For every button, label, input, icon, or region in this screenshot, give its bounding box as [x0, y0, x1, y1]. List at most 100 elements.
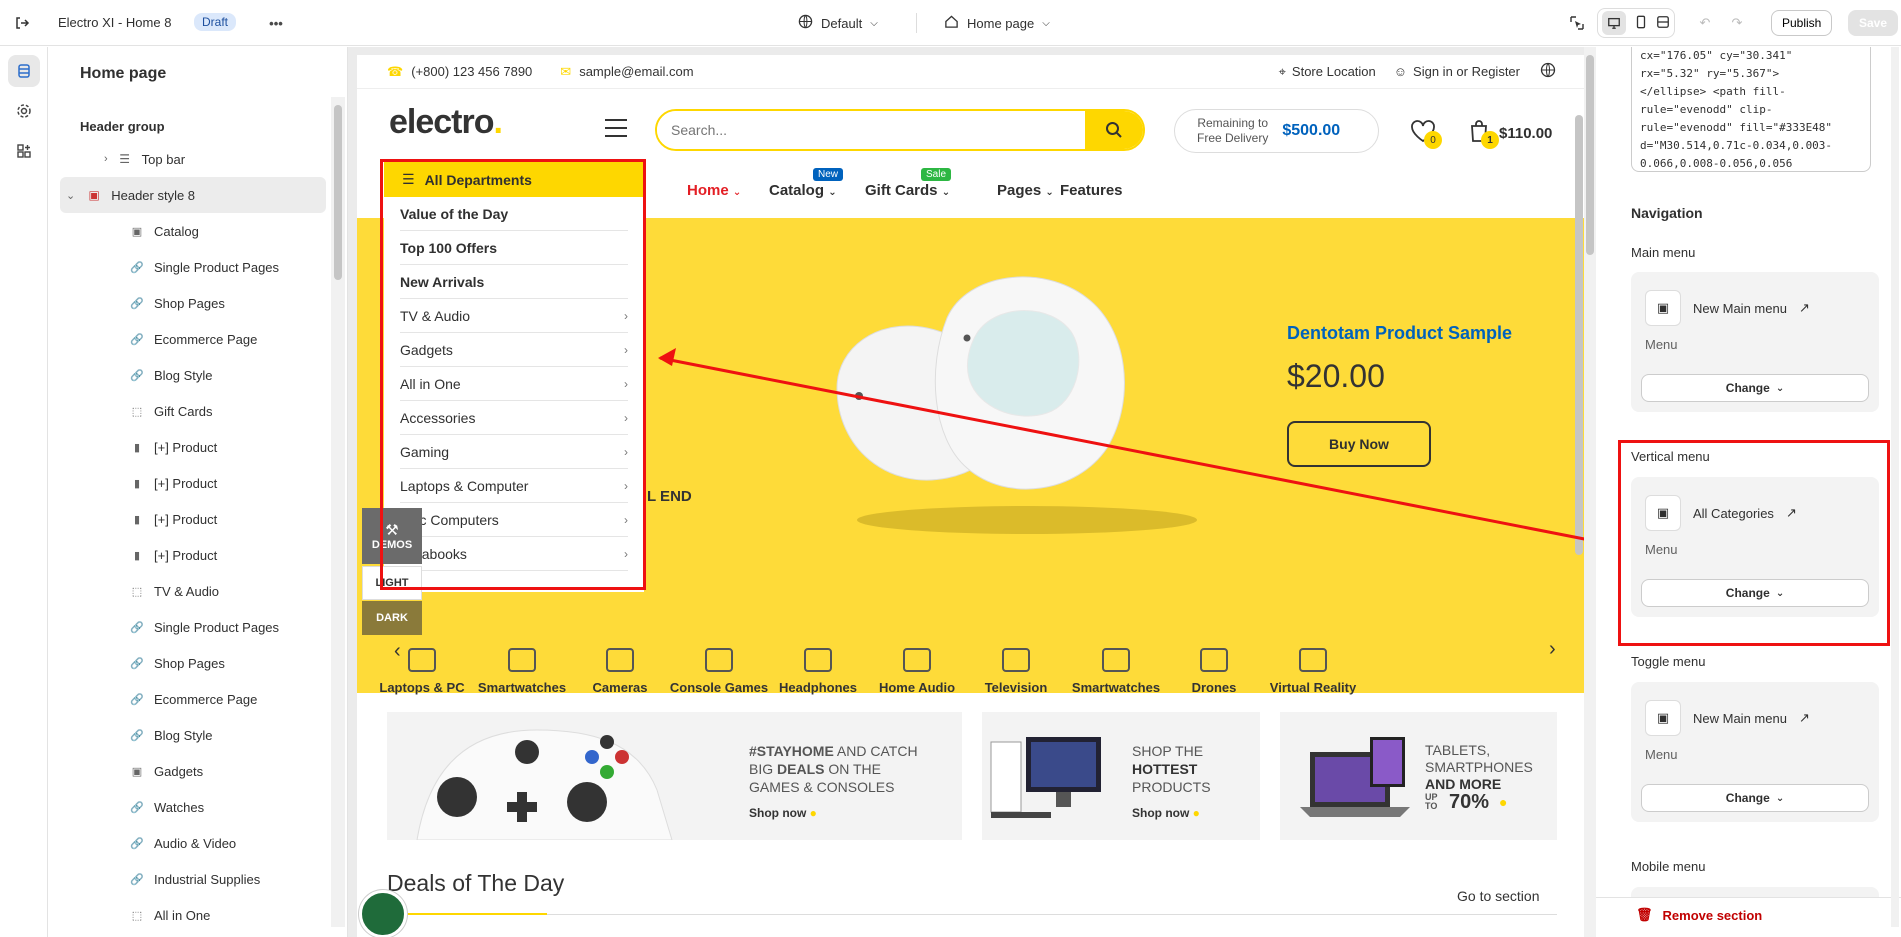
external-link-icon[interactable]: ↗: [1799, 300, 1810, 316]
hamburger-icon[interactable]: [605, 119, 627, 143]
tree-item[interactable]: 🔗 Blog Style: [48, 717, 338, 753]
tree-item[interactable]: 🔗 Single Product Pages: [48, 609, 338, 645]
cart-button[interactable]: 1 $110.00: [1467, 119, 1552, 149]
svg-code-textarea[interactable]: cx="176.05" cy="30.341" rx="5.32" ry="5.…: [1631, 47, 1871, 172]
promo1-shop-now[interactable]: Shop now: [749, 806, 806, 820]
theme-selector[interactable]: Default ⌵: [798, 14, 878, 32]
tree-item[interactable]: ⬚ Gift Cards: [48, 393, 338, 429]
chevron-right-icon[interactable]: ›: [104, 153, 108, 165]
nav-features[interactable]: Features: [1060, 182, 1123, 199]
support-chat-icon[interactable]: [359, 890, 407, 937]
category-item[interactable]: Cameras: [565, 648, 675, 695]
tree-item[interactable]: 🔗 Shop Pages: [48, 645, 338, 681]
promo2-pre: SHOP THE: [1132, 743, 1204, 759]
promo-tablets[interactable]: TABLETS, SMARTPHONES AND MORE UP TO 70% …: [1280, 712, 1557, 840]
category-item[interactable]: Smartwatches: [467, 648, 577, 695]
page-selector[interactable]: Home page ⌵: [944, 14, 1050, 32]
store-location-link[interactable]: Store Location: [1292, 64, 1376, 79]
tree-item[interactable]: 🔗 Ecommerce Page: [48, 681, 338, 717]
fullwidth-icon[interactable]: [1656, 15, 1670, 32]
nav-pages[interactable]: Pages ⌄: [997, 182, 1054, 199]
location-icon: ⌖: [1278, 63, 1286, 79]
go-to-section-link[interactable]: Go to section: [1457, 888, 1540, 904]
phone-number[interactable]: (+800) 123 456 7890: [411, 64, 532, 79]
category-item[interactable]: Home Audio: [862, 648, 972, 695]
mobile-icon[interactable]: [1634, 15, 1648, 32]
tree-item-top-bar[interactable]: › ☰ Top bar: [48, 141, 338, 177]
tree-item[interactable]: ▣ Catalog: [48, 213, 338, 249]
category-item[interactable]: Smartwatches: [1061, 648, 1171, 695]
wishlist-button[interactable]: 0: [1410, 119, 1442, 149]
tree-item[interactable]: ▮ [+] Product: [48, 465, 338, 501]
site-logo[interactable]: electro.: [389, 103, 503, 142]
nav-gift-cards[interactable]: Gift Cards ⌄ Sale: [865, 168, 952, 199]
chevron-down-icon[interactable]: ⌄: [66, 189, 75, 202]
remove-section-label: Remove section: [1662, 907, 1763, 923]
publish-button[interactable]: Publish: [1771, 10, 1833, 36]
promo-consoles[interactable]: #STAYHOME AND CATCH BIG DEALS ON THE GAM…: [387, 712, 962, 840]
free-delivery-widget[interactable]: Remaining to Free Delivery $500.00: [1174, 109, 1379, 153]
tree-item[interactable]: ▮ [+] Product: [48, 537, 338, 573]
remove-section-button[interactable]: 🗑 Remove section: [1636, 907, 1762, 923]
apps-icon[interactable]: [8, 135, 40, 167]
search-input[interactable]: [657, 111, 1085, 149]
settings-scrollbar[interactable]: [1891, 47, 1899, 927]
tree-item-header-style-8[interactable]: ⌄ ▣ Header style 8: [60, 177, 326, 213]
preview-outer-scrollbar[interactable]: [1584, 47, 1596, 937]
promo-hottest[interactable]: SHOP THE HOTTEST PRODUCTS Shop now ●: [982, 712, 1260, 840]
nav-catalog[interactable]: Catalog ⌄ New: [769, 168, 844, 199]
sections-icon[interactable]: [8, 55, 40, 87]
desktop-icon[interactable]: [1602, 11, 1626, 35]
category-item[interactable]: Console Games: [664, 648, 774, 695]
promo2-shop-now[interactable]: Shop now: [1132, 806, 1189, 820]
carousel-prev-icon[interactable]: ‹: [394, 640, 401, 663]
category-item[interactable]: Drones: [1159, 648, 1269, 695]
product-thumb-icon: ▮: [133, 549, 141, 562]
tree-item[interactable]: 🔗 Single Product Pages: [48, 249, 338, 285]
tree-item[interactable]: ⬚ All in One: [48, 897, 338, 933]
external-link-icon[interactable]: ↗: [1799, 710, 1810, 726]
toggle-menu-change-button[interactable]: Change ⌄: [1641, 784, 1869, 812]
tree-item[interactable]: 🔗 Industrial Supplies: [48, 861, 338, 897]
wishlist-count: 0: [1424, 131, 1442, 149]
settings-icon[interactable]: [8, 95, 40, 127]
main-menu-entry[interactable]: ▣ New Main menu ↗: [1645, 290, 1810, 326]
sign-in-link[interactable]: Sign in or Register: [1413, 64, 1520, 79]
tree-item[interactable]: 🔗 Audio & Video: [48, 825, 338, 861]
arrow-circle-icon[interactable]: ●: [1499, 794, 1507, 811]
save-button[interactable]: Save: [1848, 10, 1899, 36]
buy-now-button[interactable]: Buy Now: [1287, 421, 1431, 467]
tree-item[interactable]: 🔗 Shop Pages: [48, 285, 338, 321]
tree-item[interactable]: ▮ [+] Product: [48, 501, 338, 537]
language-globe-icon[interactable]: [1540, 62, 1556, 81]
redo-icon[interactable]: ↷: [1725, 11, 1749, 35]
category-item[interactable]: Laptops & PC: [367, 648, 477, 695]
tree-item-label: Audio & Video: [154, 835, 237, 851]
more-icon[interactable]: •••: [264, 11, 288, 35]
search-button[interactable]: [1085, 111, 1143, 149]
toggle-menu-entry[interactable]: ▣ New Main menu ↗: [1645, 700, 1810, 736]
nav-home[interactable]: Home ⌄: [687, 182, 741, 199]
arrow-circle-icon: ●: [1192, 806, 1200, 820]
tree-item[interactable]: 🔗 Blog Style: [48, 357, 338, 393]
inspector-icon[interactable]: [1565, 11, 1589, 35]
category-item[interactable]: Virtual Reality: [1258, 648, 1368, 695]
category-item[interactable]: Television: [961, 648, 1071, 695]
deals-title: Deals of The Day: [387, 870, 565, 896]
scrollbar-thumb[interactable]: [334, 105, 342, 280]
tree-item[interactable]: ▣ Gadgets: [48, 753, 338, 789]
tree-item[interactable]: 🔗 Watches: [48, 789, 338, 825]
undo-icon[interactable]: ↶: [1693, 11, 1717, 35]
email-address[interactable]: sample@email.com: [579, 64, 693, 79]
tree-item[interactable]: ⬚ TV & Audio: [48, 573, 338, 609]
dark-mode-button[interactable]: DARK: [362, 601, 422, 635]
tree-item[interactable]: ▮ [+] Product: [48, 429, 338, 465]
delivery-amount: $500.00: [1282, 122, 1341, 139]
category-item[interactable]: Headphones: [763, 648, 873, 695]
carousel-next-icon[interactable]: ›: [1549, 638, 1556, 661]
tree-item[interactable]: 🔗 Ecommerce Page: [48, 321, 338, 357]
hero-product-title[interactable]: Dentotam Product Sample: [1287, 323, 1512, 344]
main-menu-change-button[interactable]: Change ⌄: [1641, 374, 1869, 402]
exit-icon[interactable]: [10, 11, 34, 35]
preview-scrollbar[interactable]: [1575, 115, 1583, 555]
